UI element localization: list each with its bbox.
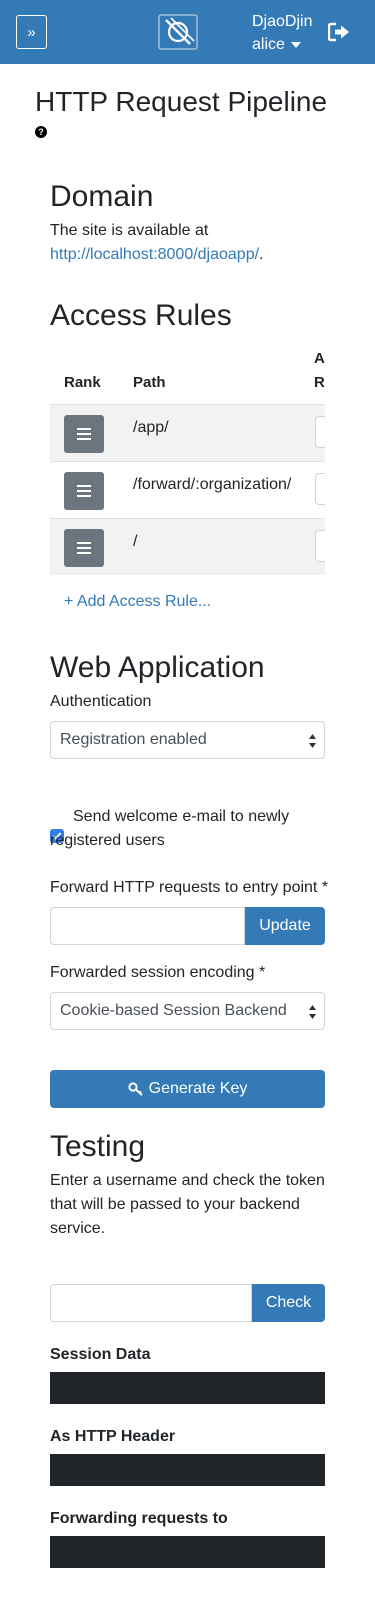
username: alice [252, 36, 285, 53]
authentication-value: Registration enabled [60, 731, 207, 748]
domain-url-suffix: . [259, 246, 264, 263]
rule-select[interactable] [315, 530, 325, 562]
generate-key-button[interactable]: Generate Key [50, 1070, 325, 1108]
rule-select[interactable] [315, 416, 325, 448]
domain-url-line: http://localhost:8000/djaoapp/. [50, 243, 264, 267]
domain-text: The site is available at [50, 222, 209, 239]
http-header-label: As HTTP Header [50, 1428, 176, 1445]
caret-down-icon [290, 41, 301, 48]
column-header-rank: Rank [64, 374, 101, 391]
add-access-rule-link[interactable]: + Add Access Rule... [64, 593, 211, 611]
key-icon [128, 1082, 143, 1096]
authentication-select[interactable]: Registration enabled [50, 721, 325, 759]
testing-description-3: service. [50, 1220, 106, 1237]
welcome-email-label-2: registered users [50, 832, 165, 849]
drag-handle-button[interactable] [64, 472, 104, 510]
testing-description-2: that will be passed to your backend [50, 1196, 300, 1213]
update-button[interactable]: Update [245, 907, 325, 945]
access-rules-table: Rank Path A R /app/ /forward/:organizati… [50, 350, 325, 588]
sign-out-icon[interactable] [328, 22, 350, 42]
column-header-allow: A [314, 350, 325, 367]
user-menu[interactable]: DjaoDjin alice [252, 10, 312, 56]
select-arrows-icon [309, 734, 316, 748]
session-encoding-value: Cookie-based Session Backend [60, 1002, 287, 1019]
page-title: HTTP Request Pipeline [35, 86, 328, 117]
forwarding-label: Forwarding requests to [50, 1510, 228, 1527]
table-row: / [50, 518, 325, 575]
rule-path: /app/ [133, 419, 169, 436]
testing-description-1: Enter a username and check the token [50, 1172, 325, 1189]
testing-heading: Testing [50, 1130, 146, 1163]
help-icon[interactable]: ? [35, 126, 47, 138]
rule-select[interactable] [315, 473, 325, 505]
generate-key-label: Generate Key [148, 1080, 248, 1097]
drag-handle-button[interactable] [64, 415, 104, 453]
bars-icon [77, 428, 91, 440]
access-rules-heading: Access Rules [50, 299, 232, 332]
table-row: /forward/:organization/ [50, 461, 325, 518]
rule-path: / [133, 533, 138, 550]
table-row: /app/ [50, 404, 325, 461]
column-header-path: Path [133, 374, 166, 391]
check-button[interactable]: Check [252, 1284, 325, 1322]
rule-path: /forward/:organization/ [133, 476, 292, 493]
select-arrows-icon [309, 1005, 316, 1019]
domain-url-link[interactable]: http://localhost:8000/djaoapp/ [50, 246, 259, 263]
entry-point-label: Forward HTTP requests to entry point * [50, 879, 329, 896]
welcome-email-label-1: Send welcome e-mail to newly [73, 808, 290, 825]
session-encoding-select[interactable]: Cookie-based Session Backend [50, 992, 325, 1030]
bars-icon [77, 542, 91, 554]
forwarding-output [50, 1536, 325, 1568]
column-header-rule: R [314, 374, 325, 391]
session-data-label: Session Data [50, 1346, 151, 1363]
djaodjin-logo-icon[interactable] [158, 14, 198, 50]
bars-icon [77, 485, 91, 497]
sidebar-toggle-button[interactable]: » [16, 15, 47, 49]
authentication-label: Authentication [50, 693, 152, 710]
session-encoding-label: Forwarded session encoding * [50, 964, 266, 981]
entry-point-input[interactable] [50, 907, 245, 945]
http-header-output [50, 1454, 325, 1486]
web-application-heading: Web Application [50, 651, 265, 684]
session-data-output [50, 1372, 325, 1404]
site-name: DjaoDjin [252, 13, 313, 30]
test-username-input[interactable] [50, 1284, 252, 1322]
drag-handle-button[interactable] [64, 529, 104, 567]
navbar: » DjaoDjin alice [0, 0, 375, 64]
domain-heading: Domain [50, 180, 154, 213]
